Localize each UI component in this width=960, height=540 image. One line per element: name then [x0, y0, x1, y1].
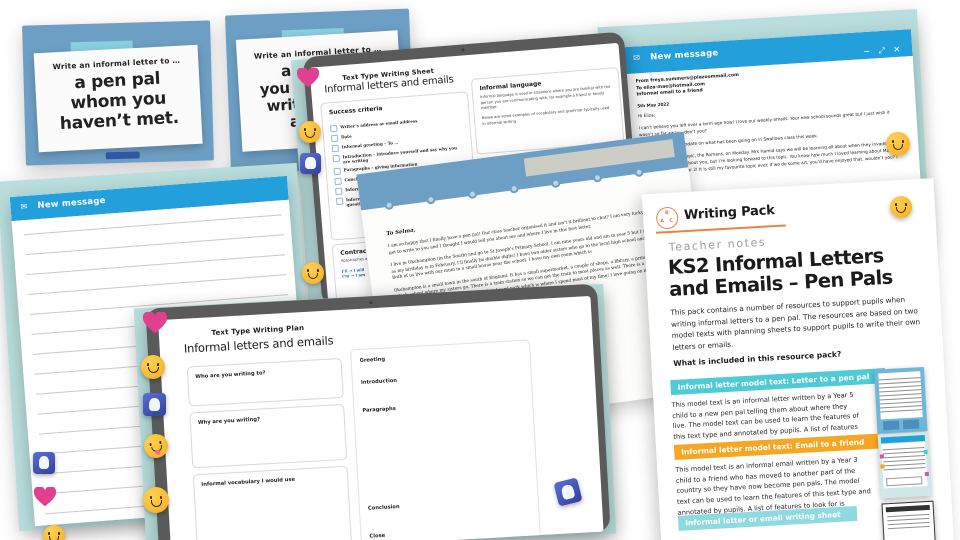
heart-sticker	[143, 312, 167, 334]
success-criteria-heading: Success criteria	[328, 105, 383, 117]
window-controls[interactable]: − ⤢ ✕	[863, 45, 903, 57]
plan-section-conclusion: Conclusion	[367, 503, 400, 512]
plan-box-label: Who are you writing to?	[195, 370, 266, 381]
plan-box-vocab[interactable]: Informal vocabulary I would use	[192, 465, 353, 540]
writing-pack-document[interactable]: A B C Writing Pack Teacher notes KS2 Inf…	[641, 178, 955, 540]
checkbox-icon[interactable]	[331, 145, 340, 153]
plan-section-introduction: Introduction	[360, 377, 398, 386]
plan-right-column[interactable]: Greeting Introduction Paragraphs Conclus…	[350, 339, 542, 540]
email-window-title: New message	[37, 195, 106, 212]
writing-line	[28, 274, 287, 295]
plan-box-who[interactable]: Who are you writing to?	[186, 357, 344, 407]
from-label: From	[635, 78, 649, 85]
header-underline	[655, 224, 786, 234]
logo-letter-b: B	[664, 209, 669, 217]
poster-brand-logo	[105, 151, 140, 160]
checkbox-icon[interactable]	[334, 177, 342, 186]
poster-sheet: Write an informal letter to … a pen pal …	[33, 44, 203, 153]
checkbox-icon[interactable]	[330, 135, 339, 143]
thumbs-up-sticker	[33, 452, 55, 474]
binder-ring	[592, 172, 603, 183]
contraction-pair: I’m → I am	[341, 271, 366, 279]
smiley-sticker	[890, 196, 912, 218]
writing-line	[25, 234, 284, 255]
email-window-title: New message	[649, 48, 719, 63]
thumbs-up-sticker	[143, 393, 166, 416]
smiley-sticker	[143, 487, 169, 513]
tablet-camera	[369, 301, 373, 305]
checkbox-icon[interactable]	[332, 155, 341, 163]
smiley-sticker	[302, 262, 324, 284]
binder-ring	[509, 183, 520, 194]
checkbox-icon[interactable]	[330, 125, 338, 133]
writing-pack-header-label: Writing Pack	[683, 203, 776, 224]
logo-letter-a: A	[660, 218, 665, 225]
plan-box-label: Informal vocabulary I would use	[201, 476, 296, 488]
plan-box-label: Why are you writing?	[197, 416, 261, 427]
checkbox-icon[interactable]	[335, 197, 344, 206]
smiley-sticker	[886, 132, 910, 156]
writing-plan-screen[interactable]: Text Type Writing Plan Informal letters …	[158, 295, 604, 540]
poster-card-primary[interactable]: Write an informal letter to … a pen pal …	[22, 20, 214, 166]
binder-ring	[467, 189, 478, 200]
heart-sticker	[34, 487, 56, 507]
plan-section-greeting: Greeting	[359, 356, 386, 364]
plan-box-why[interactable]: Why are you writing?	[189, 403, 348, 469]
smiley-sticker	[141, 355, 165, 379]
writing-line	[26, 254, 285, 275]
checkbox-icon[interactable]	[333, 167, 342, 176]
writing-plan-tablet[interactable]: Text Type Writing Plan Informal letters …	[145, 283, 611, 540]
binder-ring	[633, 167, 645, 178]
logo-letter-c: C	[669, 217, 674, 224]
email-model-thumbnail[interactable]	[877, 431, 932, 499]
plan-section-paragraphs: Paragraphs	[362, 405, 397, 414]
smiley-sticker	[43, 525, 65, 540]
heart-sticker	[297, 68, 319, 88]
resource-preview-collage: Write an informal letter to … a pen pal …	[0, 0, 960, 540]
writing-line	[23, 214, 282, 235]
binder-ring	[425, 194, 436, 205]
abc-circle-logo: A B C	[655, 206, 679, 230]
thumbs-up-sticker	[300, 153, 321, 174]
tablet-camera	[461, 48, 465, 52]
envelope-icon: ✉	[632, 53, 641, 63]
binder-ring	[384, 200, 395, 211]
writing-sheet-thumbnail[interactable]	[881, 500, 937, 540]
binder-ring	[550, 178, 561, 189]
envelope-icon: ✉	[20, 201, 28, 212]
letter-model-thumbnail[interactable]	[873, 366, 928, 434]
pack-intro: This pack contains a number of resources…	[670, 294, 921, 352]
checkbox-icon[interactable]	[335, 187, 343, 196]
to-label: To	[636, 85, 642, 92]
smiley-sticker	[299, 121, 321, 143]
